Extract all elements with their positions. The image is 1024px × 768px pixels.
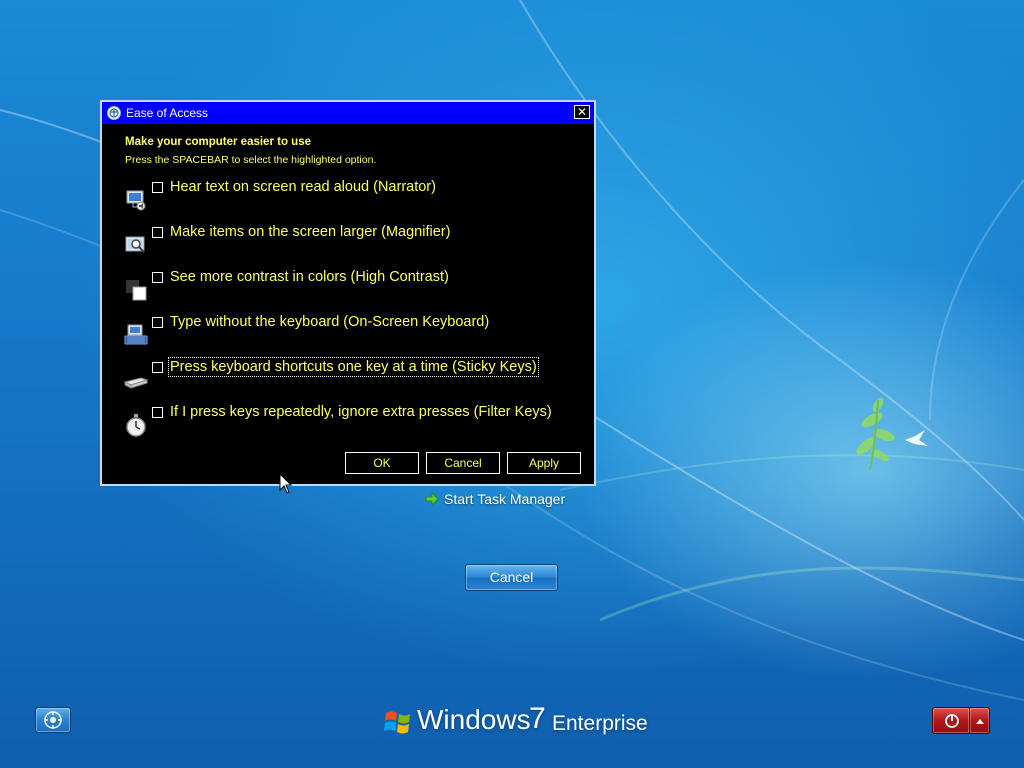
magnifier-icon xyxy=(124,233,148,257)
high-contrast-checkbox[interactable] xyxy=(152,272,163,283)
windows-edition: Enterprise xyxy=(552,712,648,735)
narrator-icon xyxy=(124,188,148,212)
cancel-button[interactable]: Cancel xyxy=(465,564,558,591)
filter-keys-icon xyxy=(124,413,148,437)
sticky-keys-icon xyxy=(123,368,149,392)
narrator-checkbox[interactable] xyxy=(152,182,163,193)
ease-of-access-icon xyxy=(44,711,62,729)
chevron-up-icon xyxy=(976,719,984,724)
filter-keys-label: If I press keys repeatedly, ignore extra… xyxy=(170,404,552,420)
bird-icon xyxy=(905,430,928,446)
sticky-keys-label: Press keyboard shortcuts one key at a ti… xyxy=(168,357,539,377)
dialog-title: Ease of Access xyxy=(126,106,209,120)
windows-version: 7 xyxy=(529,702,546,735)
shut-down-options-button[interactable] xyxy=(969,707,990,734)
option-narrator[interactable]: Hear text on screen read aloud (Narrator… xyxy=(102,179,594,222)
windows-flag-icon xyxy=(384,711,410,734)
leaf-plant-icon xyxy=(856,397,895,471)
windows-wordmark: Windows xyxy=(417,704,531,735)
start-task-manager-label: Start Task Manager xyxy=(444,491,566,507)
mouse-cursor-icon xyxy=(279,473,293,494)
close-button[interactable]: ✕ xyxy=(574,105,590,119)
high-contrast-icon xyxy=(124,278,148,302)
start-task-manager-link[interactable]: Start Task Manager xyxy=(424,491,565,507)
dialog-cancel-button[interactable]: Cancel xyxy=(426,452,500,474)
shut-down-button[interactable] xyxy=(932,707,970,734)
on-screen-keyboard-icon xyxy=(124,323,148,347)
ok-button[interactable]: OK xyxy=(345,452,419,474)
on-screen-keyboard-label: Type without the keyboard (On-Screen Key… xyxy=(170,314,490,330)
power-icon xyxy=(945,714,959,728)
apply-button[interactable]: Apply xyxy=(507,452,581,474)
sticky-keys-checkbox[interactable] xyxy=(152,362,163,373)
dialog-subheading: Press the SPACEBAR to select the highlig… xyxy=(125,154,377,166)
on-screen-keyboard-checkbox[interactable] xyxy=(152,317,163,328)
magnifier-label: Make items on the screen larger (Magnifi… xyxy=(170,224,451,240)
narrator-label: Hear text on screen read aloud (Narrator… xyxy=(170,179,436,195)
ease-of-access-button[interactable] xyxy=(35,707,71,733)
high-contrast-label: See more contrast in colors (High Contra… xyxy=(170,269,449,285)
option-filter-keys[interactable]: If I press keys repeatedly, ignore extra… xyxy=(102,404,594,447)
magnifier-checkbox[interactable] xyxy=(152,227,163,238)
ease-of-access-dialog: Ease of Access ✕ Make your computer easi… xyxy=(100,100,596,486)
ease-of-access-icon xyxy=(107,106,121,120)
dialog-heading: Make your computer easier to use xyxy=(125,136,311,148)
dialog-titlebar[interactable]: Ease of Access ✕ xyxy=(102,102,594,124)
option-magnifier[interactable]: Make items on the screen larger (Magnifi… xyxy=(102,224,594,267)
option-on-screen-keyboard[interactable]: Type without the keyboard (On-Screen Key… xyxy=(102,314,594,357)
green-arrow-icon xyxy=(424,491,440,507)
filter-keys-checkbox[interactable] xyxy=(152,407,163,418)
option-high-contrast[interactable]: See more contrast in colors (High Contra… xyxy=(102,269,594,312)
option-sticky-keys[interactable]: Press keyboard shortcuts one key at a ti… xyxy=(102,357,594,402)
